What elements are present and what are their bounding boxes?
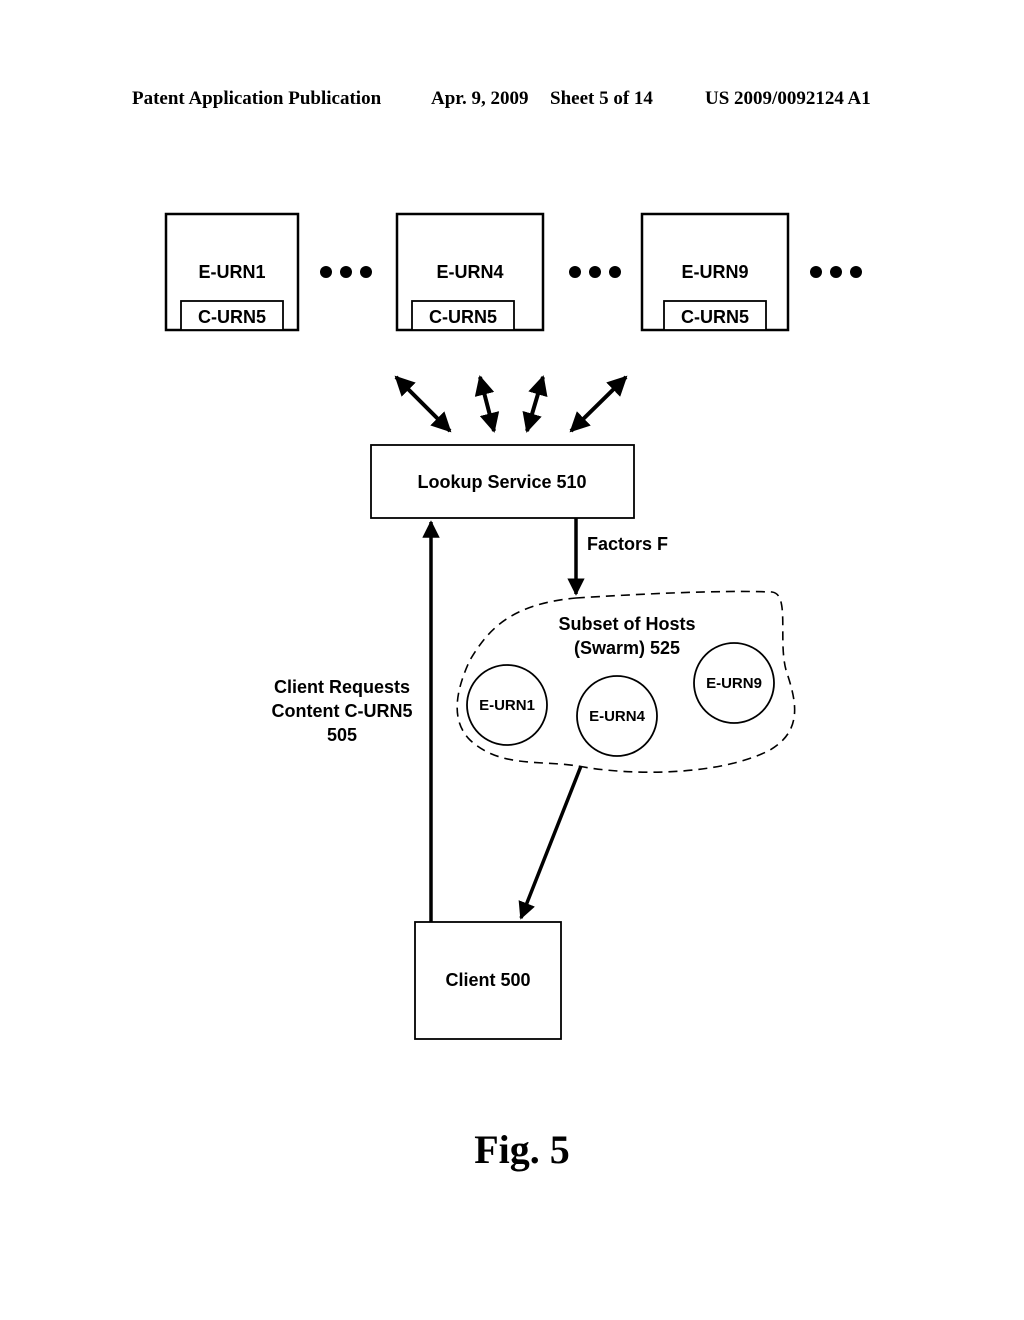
swarm-node-label: E-URN9 bbox=[706, 675, 762, 692]
swarm-node-e-urn1: E-URN1 bbox=[466, 664, 548, 746]
host-content: C-URN5 bbox=[681, 307, 749, 327]
lookup-service-label: Lookup Service 510 bbox=[417, 472, 586, 492]
lookup-service-box: Lookup Service 510 bbox=[370, 444, 635, 519]
client-request-line1: Client Requests bbox=[274, 677, 410, 697]
figure-label: Fig. 5 bbox=[474, 1127, 570, 1172]
client-box: Client 500 bbox=[414, 921, 562, 1040]
ellipsis-dots-2 bbox=[569, 266, 621, 278]
network-diagram: E-URN1 C-URN5 E-URN4 C-URN5 E-URN9 C-URN… bbox=[164, 212, 862, 1040]
client-request-line2: Content C-URN5 bbox=[272, 701, 413, 721]
arrow-host-lookup-4 bbox=[569, 375, 628, 433]
client-request-line3: 505 bbox=[327, 725, 357, 745]
host-box-e-urn4: E-URN4 C-URN5 bbox=[395, 212, 545, 332]
ellipsis-dots-3 bbox=[810, 266, 862, 278]
arrow-host-lookup-3 bbox=[522, 375, 548, 433]
host-name: E-URN9 bbox=[681, 262, 748, 282]
swarm-to-client-arrow bbox=[518, 765, 583, 920]
swarm-node-label: E-URN4 bbox=[589, 708, 645, 725]
arrow-host-lookup-2 bbox=[474, 375, 500, 433]
host-content: C-URN5 bbox=[429, 307, 497, 327]
swarm-node-label: E-URN1 bbox=[479, 697, 535, 714]
ellipsis-dots-1 bbox=[320, 266, 372, 278]
factors-label: Factors F bbox=[587, 534, 668, 554]
host-content: C-URN5 bbox=[198, 307, 266, 327]
client-label: Client 500 bbox=[445, 970, 530, 990]
arrow-host-lookup-1 bbox=[394, 375, 452, 433]
host-name: E-URN1 bbox=[198, 262, 265, 282]
swarm-title-line2: (Swarm) 525 bbox=[574, 638, 680, 658]
host-box-e-urn1: E-URN1 C-URN5 bbox=[164, 212, 300, 332]
swarm-title-line1: Subset of Hosts bbox=[558, 614, 695, 634]
host-box-e-urn9: E-URN9 C-URN5 bbox=[640, 212, 790, 332]
swarm-node-e-urn9: E-URN9 bbox=[693, 642, 775, 724]
swarm-node-e-urn4: E-URN4 bbox=[576, 675, 658, 757]
host-name: E-URN4 bbox=[436, 262, 503, 282]
bidirectional-arrows bbox=[394, 375, 628, 433]
